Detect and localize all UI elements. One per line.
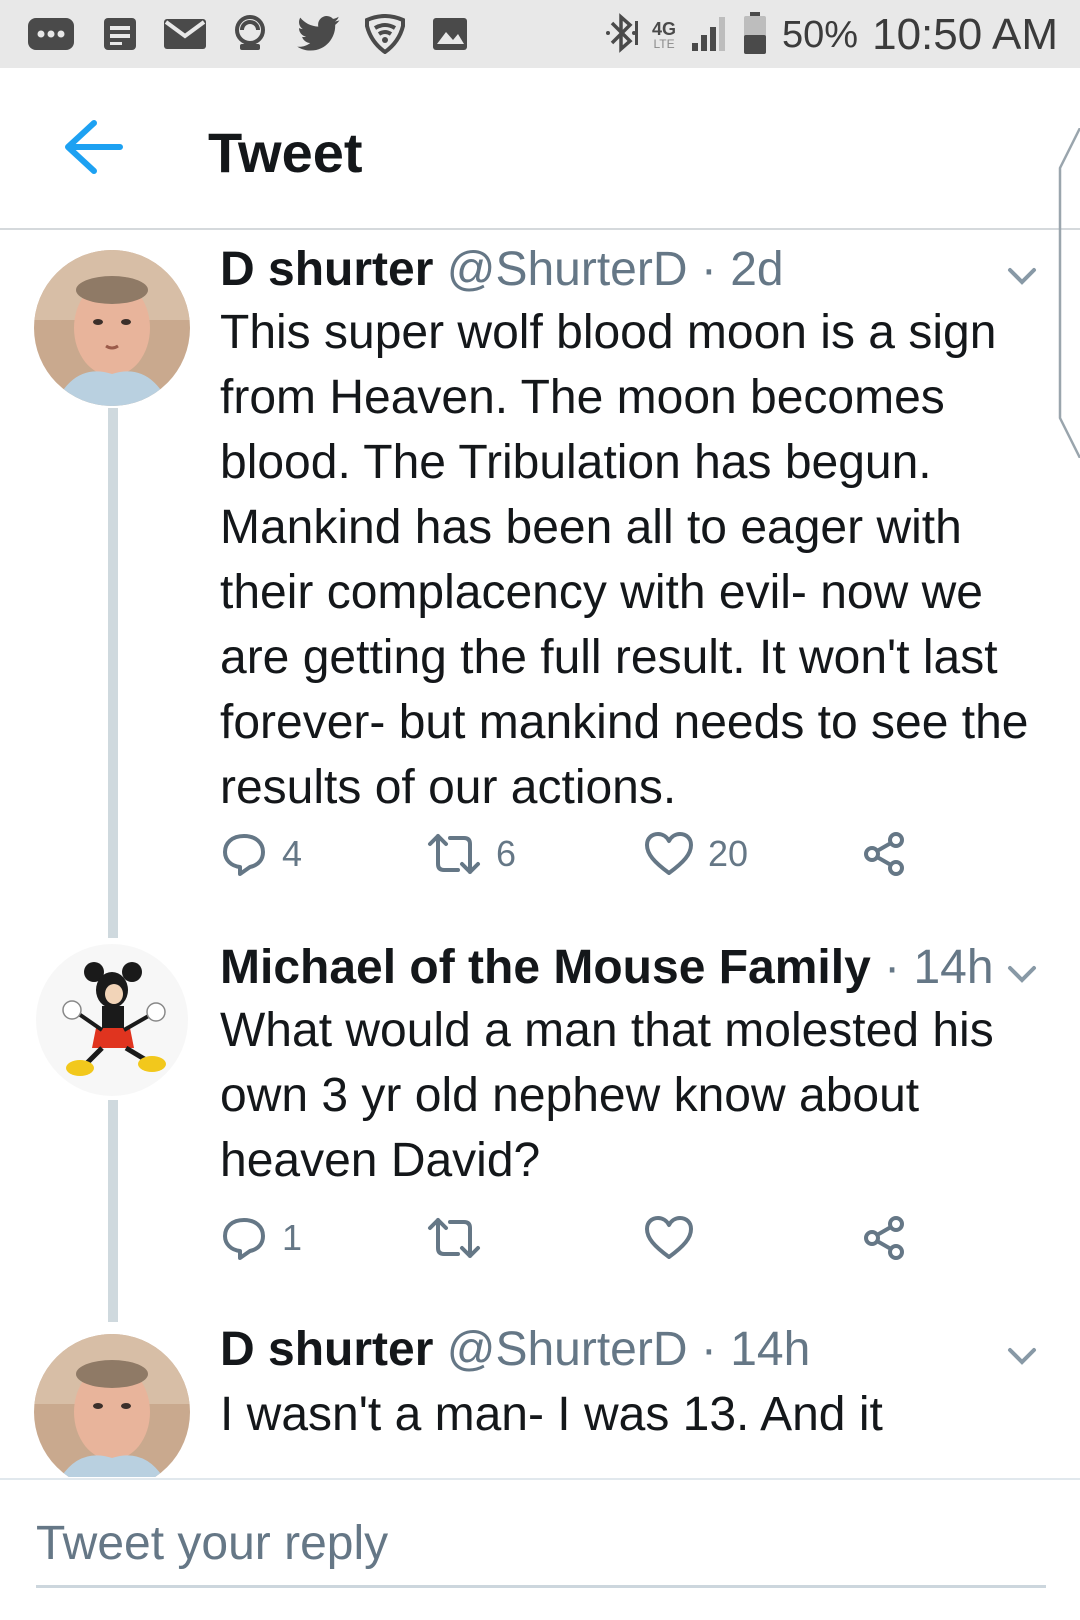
page-title: Tweet — [208, 121, 363, 184]
tweet-text: What would a man that molested his own 3… — [220, 1004, 994, 1187]
like-count: 20 — [708, 833, 749, 874]
share-button[interactable] — [860, 1208, 908, 1268]
wifi-shield-icon — [362, 14, 408, 54]
tweet-header: D shurter @ShurterD · 2d — [220, 242, 784, 297]
tweet-text: I wasn't a man- I was 13. And it — [220, 1388, 883, 1441]
app-header: Tweet — [0, 68, 1080, 230]
chevron-down-icon[interactable] — [1002, 954, 1042, 994]
signal-icon — [690, 13, 728, 58]
back-arrow-icon — [65, 120, 123, 174]
back-button[interactable] — [52, 112, 132, 182]
tweet-time[interactable]: 14h — [730, 1323, 810, 1376]
tweet-item[interactable]: Michael of the Mouse Family · 14h What w… — [0, 932, 1080, 1322]
status-right: 4G LTE 50% 10:50 AM — [604, 10, 1058, 60]
share-icon — [864, 1216, 904, 1260]
tweet-text: This super wolf blood moon is a sign fro… — [220, 306, 1029, 814]
reply-icon — [223, 1218, 265, 1260]
retweet-icon — [428, 1218, 480, 1258]
display-name[interactable]: D shurter — [220, 1323, 433, 1376]
battery-icon — [742, 11, 768, 60]
reply-button[interactable]: 4 — [220, 824, 302, 884]
tweet-header: Michael of the Mouse Family · 14h — [220, 940, 994, 995]
twitter-icon — [296, 14, 342, 54]
avatar[interactable] — [34, 942, 190, 1098]
like-button[interactable]: 20 — [644, 824, 748, 884]
tweet-thread: D shurter @ShurterD · 2d This super wolf… — [0, 232, 1080, 1477]
display-name[interactable]: D shurter — [220, 243, 433, 296]
tweet-time[interactable]: 2d — [730, 243, 783, 296]
network-label: 4G — [652, 19, 677, 39]
note-icon — [100, 14, 140, 54]
reply-count: 1 — [282, 1217, 303, 1258]
tweet-actions: 1 — [220, 1208, 980, 1268]
chevron-down-icon[interactable] — [1002, 256, 1042, 296]
more-icon — [26, 14, 76, 54]
bluetooth-icon — [604, 11, 639, 60]
share-button[interactable] — [860, 824, 908, 884]
retweet-icon — [428, 834, 480, 874]
tweet-time[interactable]: 14h — [913, 941, 993, 994]
tweet-item[interactable]: D shurter @ShurterD · 2d This super wolf… — [0, 232, 1080, 938]
tweet-actions: 4 6 20 — [220, 824, 980, 884]
separator-dot: · — [700, 1323, 717, 1376]
display-name[interactable]: Michael of the Mouse Family — [220, 941, 871, 994]
clock: 10:50 AM — [872, 10, 1058, 59]
network-indicator: 4G LTE — [652, 20, 676, 50]
share-icon — [864, 832, 904, 876]
avatar[interactable] — [34, 250, 190, 406]
tweet-item[interactable]: D shurter @ShurterD · 14h I wasn't a man… — [0, 1314, 1080, 1477]
reply-icon — [223, 834, 265, 876]
separator-dot: · — [884, 941, 901, 994]
thread-line — [108, 1100, 118, 1322]
reply-input[interactable] — [36, 1502, 1046, 1588]
status-bar: 4G LTE 50% 10:50 AM — [0, 0, 1080, 68]
tweet-header: D shurter @ShurterD · 14h — [220, 1322, 810, 1377]
avatar[interactable] — [34, 1334, 190, 1477]
reply-bar — [0, 1478, 1080, 1620]
retweet-button[interactable]: 6 — [426, 824, 516, 884]
chevron-down-icon[interactable] — [1002, 1336, 1042, 1376]
retweet-button[interactable] — [426, 1208, 482, 1268]
retweet-count: 6 — [496, 833, 517, 874]
network-sub-label: LTE — [653, 37, 675, 51]
thread-line — [108, 408, 118, 938]
heart-icon — [645, 832, 693, 875]
separator-dot: · — [700, 243, 717, 296]
reply-count: 4 — [282, 833, 303, 874]
image-icon — [430, 14, 470, 54]
shield-icon — [230, 14, 270, 54]
user-handle[interactable]: @ShurterD — [447, 243, 688, 296]
reply-button[interactable]: 1 — [220, 1208, 302, 1268]
user-handle[interactable]: @ShurterD — [447, 1323, 688, 1376]
like-button[interactable] — [644, 1208, 694, 1268]
battery-percent: 50% — [782, 13, 859, 56]
mail-icon — [162, 14, 208, 54]
heart-icon — [645, 1216, 693, 1259]
